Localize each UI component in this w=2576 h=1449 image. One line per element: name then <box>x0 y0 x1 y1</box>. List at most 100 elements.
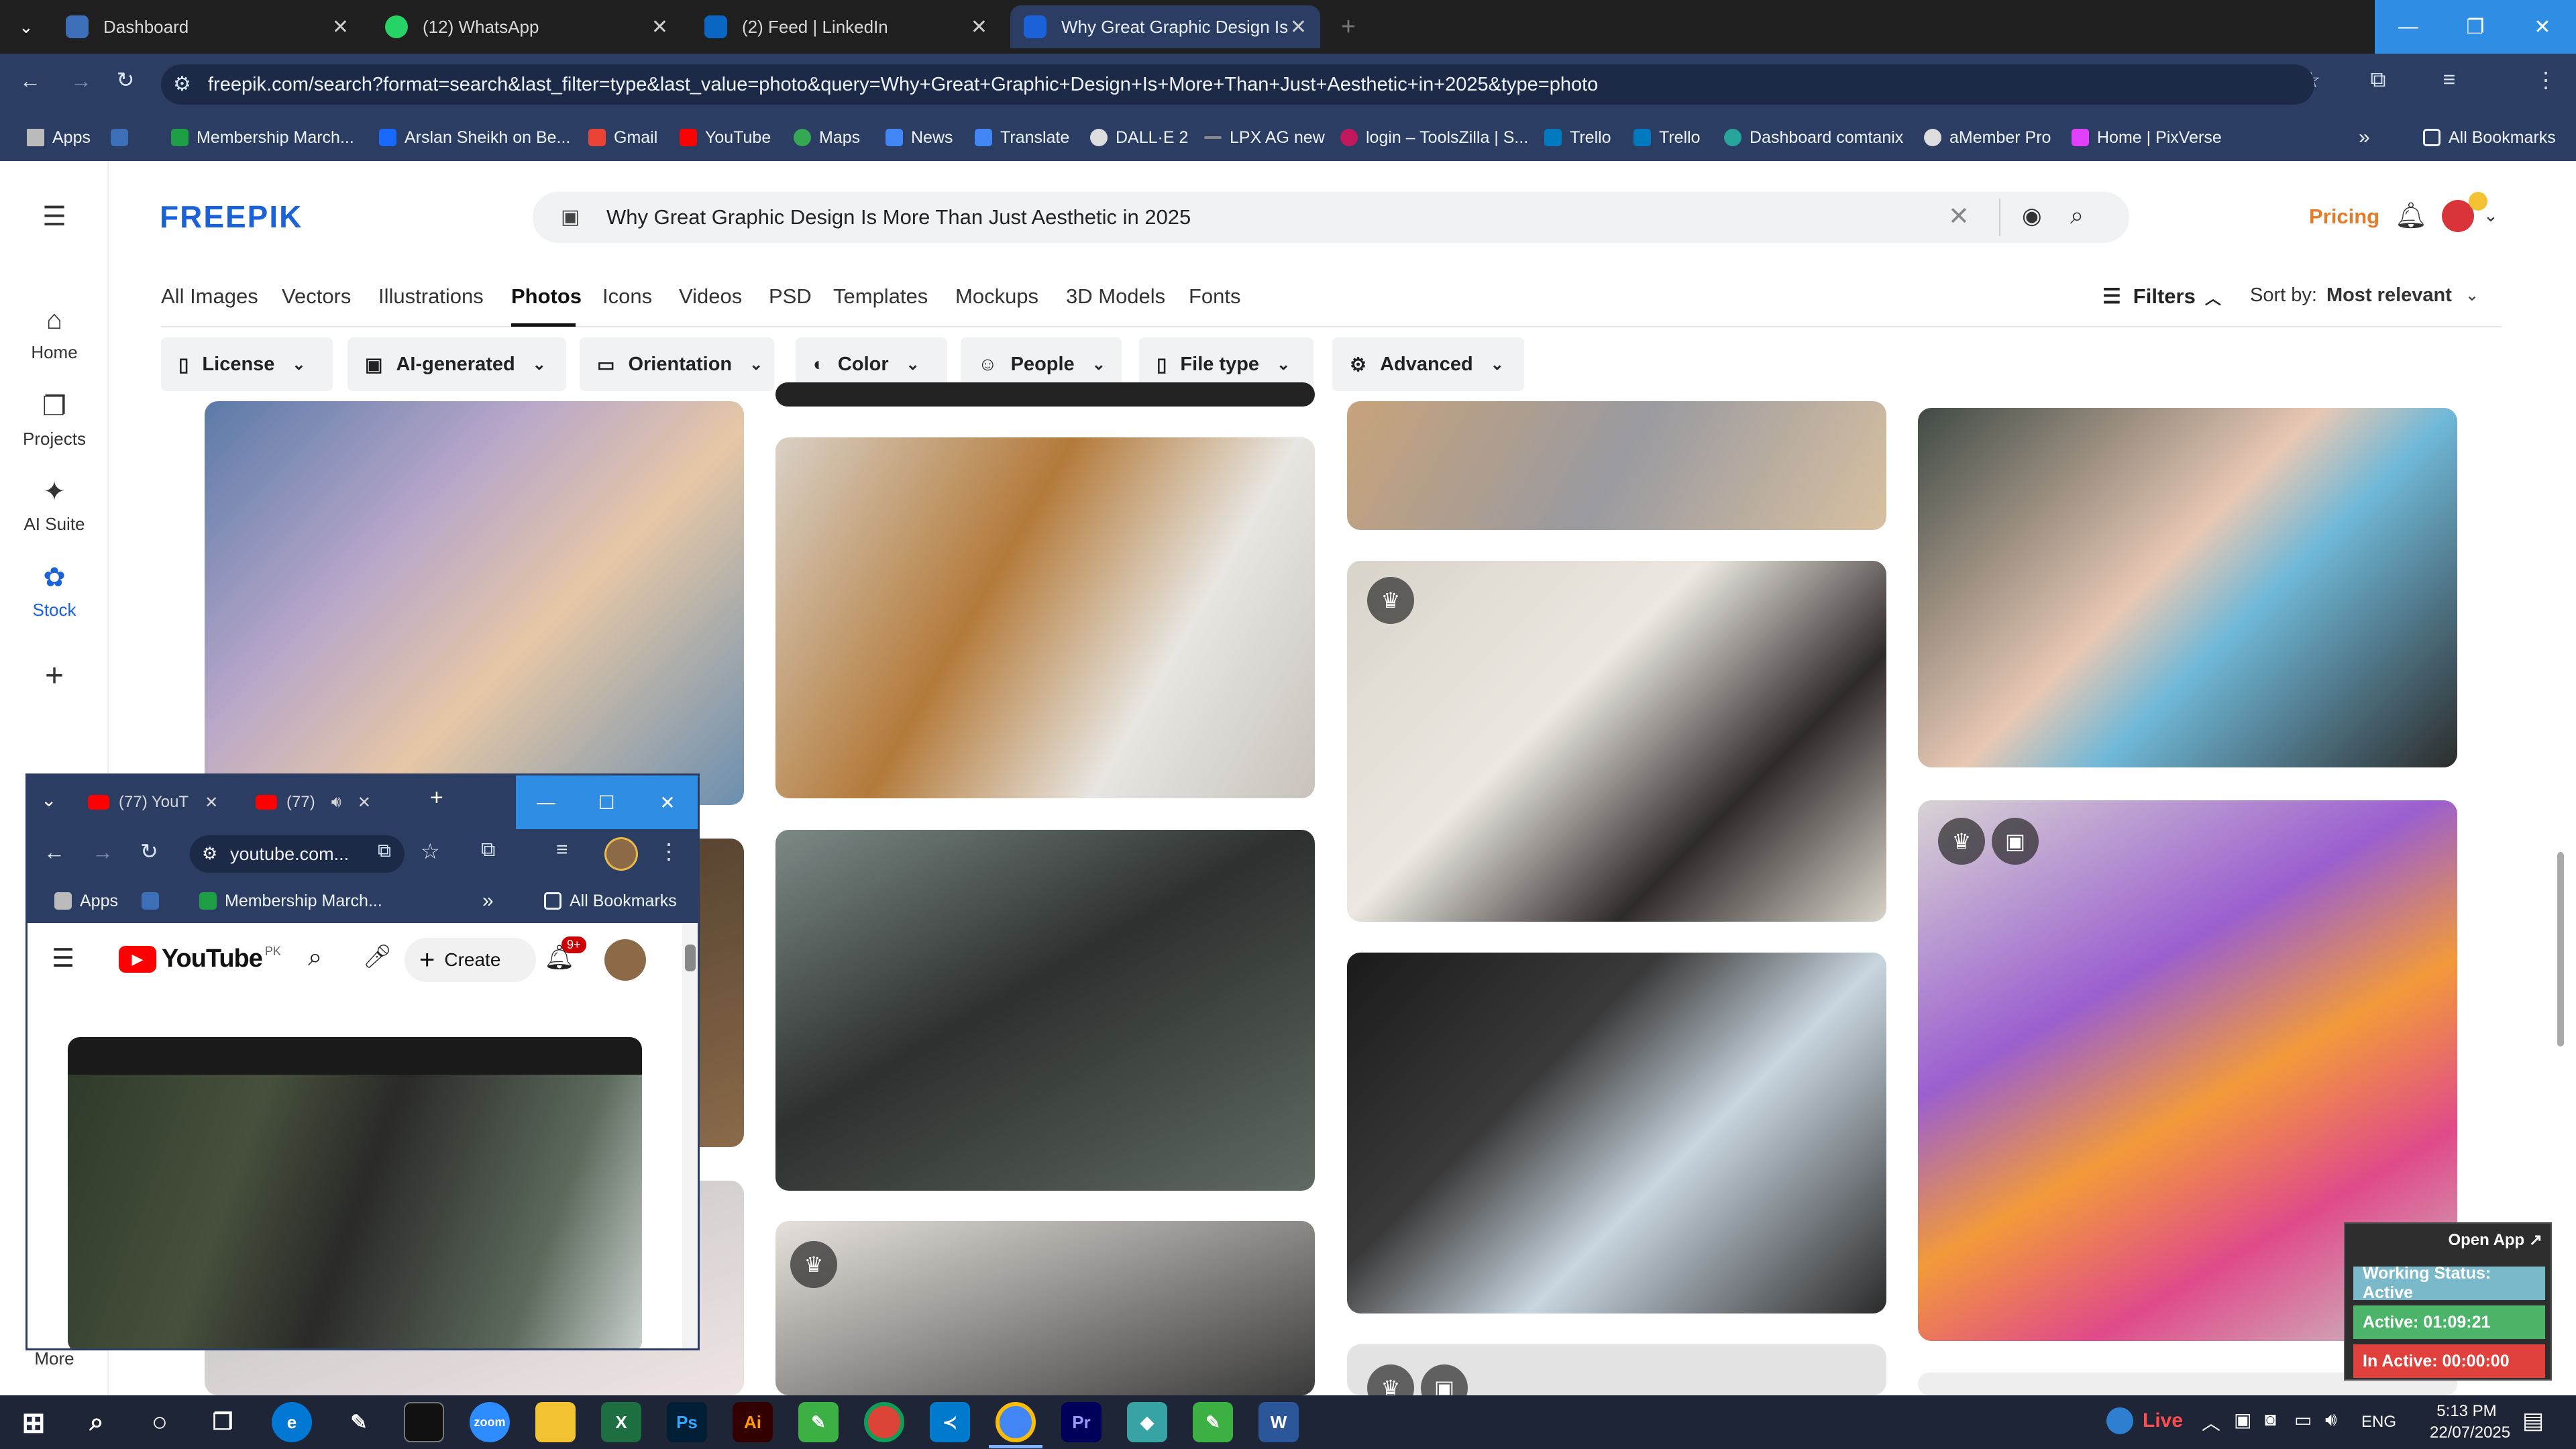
image-type-icon[interactable]: ▣ <box>561 205 580 229</box>
app-green-icon[interactable]: ✎ <box>798 1402 839 1442</box>
tray-app-icon[interactable]: ▣ <box>2234 1409 2251 1431</box>
extensions-icon[interactable]: ⧉ <box>481 839 495 861</box>
cat-illustrations[interactable]: Illustrations <box>378 284 484 309</box>
cat-all-images[interactable]: All Images <box>161 284 258 309</box>
terminal-icon[interactable] <box>404 1402 444 1442</box>
yt-avatar[interactable] <box>604 939 646 981</box>
volume-icon[interactable]: 🔊︎ <box>2325 1409 2337 1431</box>
extensions-icon[interactable]: ⧉ <box>2361 67 2395 93</box>
open-app-link[interactable]: Open App ↗ <box>2448 1230 2542 1250</box>
excel-icon[interactable]: X <box>601 1402 641 1442</box>
photo-desk-topdown[interactable]: ♛ <box>1347 561 1886 922</box>
maximize-button[interactable]: ☐ <box>576 775 637 829</box>
filter-ai-generated[interactable]: ▣ AI-generated ⌄ <box>347 337 566 391</box>
yt-tab-1[interactable]: (77) YouT ✕ <box>88 785 218 820</box>
install-app-icon[interactable]: ⧉ <box>378 840 391 862</box>
nav-ai-suite[interactable]: ✦ AI Suite <box>0 476 109 535</box>
bookmark-item[interactable]: Membership March... <box>199 879 382 923</box>
media-controls-icon[interactable]: ≡ <box>2432 67 2466 92</box>
bookmark-item[interactable]: News <box>885 114 953 161</box>
illustrator-icon[interactable]: Ai <box>733 1402 773 1442</box>
pricing-link[interactable]: Pricing <box>2309 205 2379 229</box>
address-bar[interactable]: ⚙ freepik.com/search?format=search&last_… <box>161 64 2314 105</box>
filters-toggle[interactable]: ☰ Filters ︿ <box>2102 284 2221 309</box>
filter-advanced[interactable]: ⚙ Advanced ⌄ <box>1332 337 1524 391</box>
chevron-down-icon[interactable]: ⌄ <box>2483 205 2498 226</box>
bookmark-item[interactable]: Gmail <box>588 114 657 161</box>
word-icon[interactable]: W <box>1258 1402 1299 1442</box>
cat-templates[interactable]: Templates <box>833 284 928 309</box>
yt-address-bar[interactable]: ⚙ youtube.com... <box>190 835 405 873</box>
forward-icon[interactable]: → <box>92 840 113 865</box>
photo-ar-butterflies[interactable] <box>1918 408 2457 767</box>
nav-home[interactable]: ⌂ Home <box>0 305 109 363</box>
close-window-button[interactable]: ✕ <box>637 775 698 829</box>
live-widget[interactable]: Live <box>2106 1407 2183 1434</box>
bookmark-item[interactable]: Dashboard comtanix <box>1724 114 1903 161</box>
cat-psd[interactable]: PSD <box>769 284 812 309</box>
bookmark-item[interactable]: DALL·E 2 <box>1090 114 1188 161</box>
all-bookmarks[interactable]: All Bookmarks <box>544 879 677 923</box>
cat-vectors[interactable]: Vectors <box>282 284 351 309</box>
cat-photos[interactable]: Photos <box>511 284 582 309</box>
menu-kebab-icon[interactable]: ⋮ <box>2529 67 2563 93</box>
bookmark-item[interactable]: Arslan Sheikh on Be... <box>379 114 570 161</box>
bookmark-item[interactable]: Trello <box>1633 114 1701 161</box>
close-icon[interactable]: ✕ <box>971 15 987 39</box>
youtube-logo[interactable]: ▶ YouTube PK <box>119 945 281 973</box>
bookmark-item[interactable]: Translate <box>975 114 1069 161</box>
clear-icon[interactable]: ✕ <box>1948 201 1970 231</box>
bell-icon[interactable]: 🔔︎ <box>2395 201 2427 231</box>
bookmark-item[interactable]: login – ToolsZilla | S... <box>1340 114 1528 161</box>
tab-whatsapp[interactable]: (12) WhatsApp ✕ <box>372 5 682 48</box>
photo-drawing-tablet[interactable] <box>775 830 1315 1191</box>
task-view-icon[interactable]: ❐ <box>203 1402 243 1442</box>
chrome-profile-icon[interactable] <box>996 1402 1036 1442</box>
back-icon[interactable]: ← <box>44 840 65 865</box>
bookmark-grid[interactable] <box>111 114 136 161</box>
site-info-icon[interactable]: ⚙ <box>173 72 191 96</box>
search-icon[interactable]: ⌕ <box>76 1402 117 1442</box>
edge-icon[interactable]: e <box>272 1402 312 1442</box>
bookmark-grid[interactable] <box>142 879 167 923</box>
bookmark-item[interactable]: aMember Pro <box>1924 114 2051 161</box>
close-icon[interactable]: ✕ <box>205 793 218 812</box>
sort-control[interactable]: Sort by: Most relevant ⌄ <box>2250 284 2479 307</box>
bookmark-item[interactable]: YouTube <box>680 114 771 161</box>
close-icon[interactable]: ✕ <box>358 793 371 812</box>
photo-logo-designs[interactable]: ♛ <box>775 1221 1315 1395</box>
clock[interactable]: 5:13 PM 22/07/2025 <box>2430 1401 2510 1444</box>
bookmarks-overflow-icon[interactable]: » <box>482 879 494 923</box>
yt-tab-2[interactable]: (77) 🔊︎ ✕ <box>256 785 371 820</box>
camera-search-icon[interactable]: ◉ <box>2022 203 2042 229</box>
page-scrollbar[interactable] <box>2557 852 2564 1046</box>
premiere-icon[interactable]: Pr <box>1061 1402 1102 1442</box>
video-player[interactable] <box>68 1037 642 1348</box>
cat-videos[interactable]: Videos <box>679 284 742 309</box>
tab-freepik[interactable]: Why Great Graphic Design Is M ✕ <box>1010 5 1320 48</box>
all-bookmarks[interactable]: All Bookmarks <box>2423 114 2556 161</box>
app-green-2-icon[interactable]: ✎ <box>1193 1402 1233 1442</box>
minimize-button[interactable]: — <box>2375 0 2442 54</box>
cat-fonts[interactable]: Fonts <box>1189 284 1241 309</box>
reload-icon[interactable]: ↻ <box>109 67 142 93</box>
nav-projects[interactable]: ❐ Projects <box>0 391 109 449</box>
pen-tool-icon[interactable]: ✎ <box>339 1402 379 1442</box>
chrome-icon[interactable] <box>864 1402 904 1442</box>
maximize-button[interactable]: ❐ <box>2442 0 2509 54</box>
bookmark-item[interactable]: Membership March... <box>171 114 354 161</box>
bookmarks-overflow-icon[interactable]: » <box>2359 114 2370 161</box>
tab-linkedin[interactable]: (2) Feed | LinkedIn ✕ <box>691 5 1001 48</box>
tray-meet-icon[interactable]: ◙ <box>2265 1409 2276 1430</box>
hamburger-menu-icon[interactable]: ☰ <box>0 201 109 232</box>
cat-3d-models[interactable]: 3D Models <box>1066 284 1165 309</box>
bookmark-apps[interactable]: Apps <box>54 879 118 923</box>
profile-avatar[interactable] <box>604 837 638 871</box>
bookmark-item[interactable]: Trello <box>1544 114 1611 161</box>
new-tab-button[interactable]: + <box>430 785 443 811</box>
network-icon[interactable]: ▭ <box>2294 1409 2312 1431</box>
close-icon[interactable]: ✕ <box>332 15 349 39</box>
search-icon[interactable]: ⌕ <box>2070 201 2084 230</box>
filter-license[interactable]: ▯ License ⌄ <box>161 337 333 391</box>
language-indicator[interactable]: ENG <box>2361 1413 2396 1432</box>
